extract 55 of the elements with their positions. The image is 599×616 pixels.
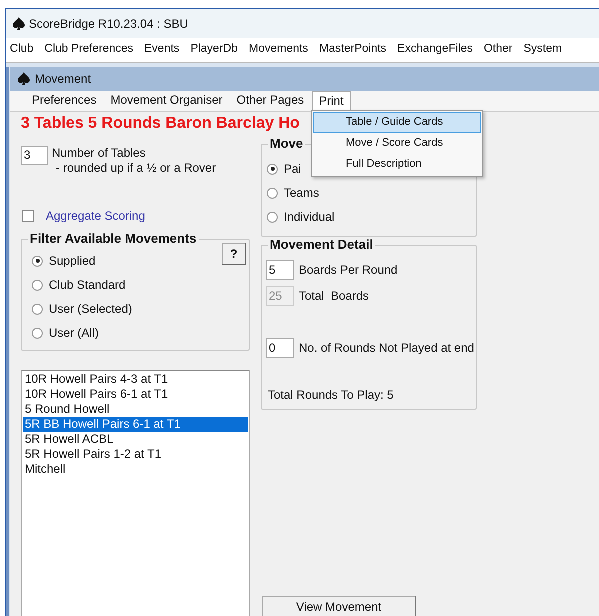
tables-label: Number of Tables (52, 146, 147, 161)
total-rounds: Total Rounds To Play: 5 (267, 387, 395, 404)
list-item[interactable]: 5R Howell Pairs 1-2 at T1 (23, 447, 248, 462)
tables-note: - rounded up if a ½ or a Rover (55, 161, 216, 176)
radio-button[interactable] (32, 328, 43, 338)
view-movement-button[interactable]: View Movement (262, 596, 416, 616)
radio-button[interactable] (267, 212, 278, 222)
menu-item[interactable]: Table / Guide Cards (313, 112, 481, 133)
list-item[interactable]: 10R Howell Pairs 4-3 at T1 (23, 372, 248, 387)
menu-item[interactable]: MasterPoints (319, 41, 387, 59)
radio-label: Supplied (49, 253, 96, 269)
number-field[interactable]: 0 (266, 338, 294, 358)
menu-item[interactable]: Club Preferences (44, 41, 134, 59)
heading: 3 Tables 5 Rounds Baron Barclay Ho (21, 114, 300, 134)
radio-label: Individual (284, 209, 335, 225)
radio-label: Teams (284, 185, 320, 201)
aggregate-label: Aggregate Scoring (46, 208, 146, 225)
radio-label: Club Standard (49, 277, 126, 293)
list-item[interactable]: 10R Howell Pairs 6-1 at T1 (23, 387, 248, 402)
field-label: Boards Per Round (299, 262, 398, 279)
menu-item[interactable]: Move / Score Cards (313, 133, 481, 154)
list-item[interactable]: 5R BB Howell Pairs 6-1 at T1 (23, 417, 248, 432)
tab[interactable]: Preferences (26, 91, 103, 111)
radio-button[interactable] (32, 304, 43, 314)
tab[interactable]: Print (312, 91, 351, 111)
list-item[interactable]: Mitchell (23, 462, 248, 477)
child-window-title: Movement (35, 71, 92, 88)
spade-icon (12, 16, 26, 30)
spade-icon (17, 72, 31, 86)
radio-button[interactable] (267, 188, 278, 198)
radio-label: Pai (284, 161, 302, 177)
radio-label: User (All) (49, 325, 99, 341)
radio-button[interactable] (32, 280, 43, 290)
tab[interactable]: Movement Organiser (104, 91, 229, 111)
menu-item[interactable]: Events (144, 41, 180, 59)
field-label: Total Boards (299, 288, 370, 305)
radio-button[interactable] (267, 164, 278, 174)
menu-item[interactable]: System (524, 41, 562, 59)
field-label: No. of Rounds Not Played at end (299, 340, 474, 357)
list-item[interactable]: 5 Round Howell (23, 402, 248, 417)
help-button[interactable]: ? (222, 243, 246, 265)
radio-button[interactable] (32, 256, 43, 266)
radio-label: User (Selected) (49, 301, 132, 317)
menu-item[interactable]: Other (484, 41, 513, 59)
menu-item[interactable]: Movements (249, 41, 308, 59)
number-field[interactable]: 5 (266, 260, 294, 280)
menu-item[interactable]: PlayerDb (190, 41, 238, 59)
menu-item[interactable]: Club (10, 41, 34, 59)
tab[interactable]: Other Pages (230, 91, 310, 111)
menu-item[interactable]: ExchangeFiles (398, 41, 473, 59)
tables-field[interactable]: 3 (21, 146, 48, 165)
menu-item[interactable]: Full Description (313, 154, 481, 175)
checkbox[interactable] (22, 210, 34, 222)
window-title: ScoreBridge R10.23.04 : SBU (29, 16, 188, 32)
list-item[interactable]: 5R Howell ACBL (23, 432, 248, 447)
